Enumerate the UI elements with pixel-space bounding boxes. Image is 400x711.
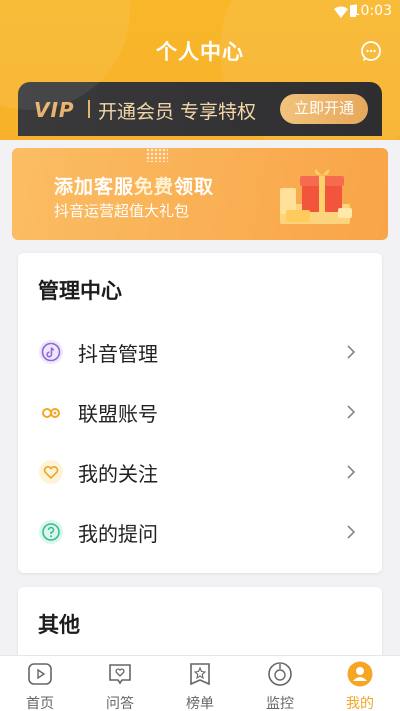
message-icon[interactable]: [360, 40, 382, 62]
customer-service-banner[interactable]: 添加客服免费领取 抖音运营超值大礼包: [12, 148, 388, 240]
status-time: 10:03: [351, 3, 392, 19]
vip-text: 开通会员 专享特权: [98, 101, 257, 123]
wifi-icon: [334, 6, 348, 18]
menu-item-my-questions[interactable]: 我的提问: [18, 506, 382, 558]
open-vip-button[interactable]: 立即开通: [279, 94, 368, 124]
user-icon: [347, 661, 373, 687]
page-title: 个人中心: [156, 40, 244, 64]
tab-monitor[interactable]: 监控: [240, 656, 320, 711]
menu-item-label: 抖音管理: [78, 342, 158, 366]
rank-star-icon: [190, 663, 210, 686]
tab-mine[interactable]: 我的: [320, 656, 400, 711]
link-icon: [42, 408, 60, 418]
banner-subtitle: 抖音运营超值大礼包: [54, 202, 190, 220]
menu-item-label: 我的提问: [78, 522, 158, 546]
manage-center-card: 管理中心 抖音管理 联盟账号 我的关注 我的提问: [18, 253, 382, 573]
banner-title-post: 领取: [174, 176, 215, 198]
chevron-right-icon: [347, 525, 356, 539]
menu-item-label: 我的关注: [78, 462, 158, 486]
tab-label: 首页: [26, 696, 54, 711]
banner-title: 添加客服免费领取: [54, 172, 214, 199]
question-icon: [39, 520, 63, 544]
menu-item-douyin-manage[interactable]: 抖音管理: [18, 326, 382, 378]
tab-label: 问答: [106, 696, 134, 711]
chevron-right-icon: [347, 405, 356, 419]
tab-label: 监控: [266, 696, 294, 711]
home-play-icon: [28, 663, 52, 685]
vip-card[interactable]: VIP 开通会员 专享特权 立即开通: [18, 82, 382, 136]
bottom-tab-bar: 首页 问答 榜单 监控 我的: [0, 655, 400, 711]
chevron-right-icon: [347, 465, 356, 479]
tab-label: 榜单: [186, 696, 214, 711]
status-bar: 10:03: [0, 0, 400, 24]
tab-qa[interactable]: 问答: [80, 656, 160, 711]
banner-title-accent: 免费: [134, 176, 175, 198]
menu-item-alliance-account[interactable]: 联盟账号: [18, 386, 382, 438]
monitor-ring-icon: [268, 662, 292, 686]
heart-icon: [39, 460, 63, 484]
tab-ranking[interactable]: 榜单: [160, 656, 240, 711]
chevron-right-icon: [347, 345, 356, 359]
menu-item-label: 联盟账号: [78, 402, 158, 426]
vip-tag: VIP: [34, 98, 75, 122]
gift-icon: [280, 169, 352, 224]
manage-center-title: 管理中心: [38, 279, 122, 303]
dots-decoration: [146, 148, 168, 162]
other-title: 其他: [38, 613, 80, 637]
tab-label: 我的: [346, 696, 374, 711]
menu-item-my-follows[interactable]: 我的关注: [18, 446, 382, 498]
banner-title-pre: 添加客服: [54, 176, 135, 198]
tiktok-icon: [39, 340, 63, 364]
vip-divider: [88, 100, 90, 118]
header: 10:03 个人中心 VIP 开通会员 专享特权 立即开通: [0, 0, 400, 140]
qa-heart-icon: [109, 664, 131, 685]
tab-home[interactable]: 首页: [0, 656, 80, 711]
